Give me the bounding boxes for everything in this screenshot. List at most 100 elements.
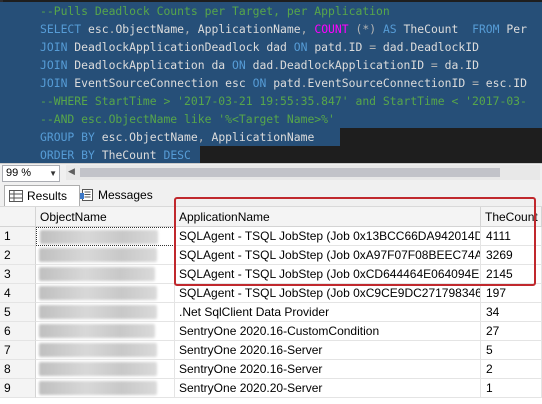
cell-objectname-redacted[interactable]	[36, 379, 175, 398]
tab-results[interactable]: Results	[4, 185, 80, 206]
cell-applicationname[interactable]: .Net SqlClient Data Provider	[175, 303, 481, 322]
code-token: ,	[197, 130, 212, 144]
row-number[interactable]: 7	[0, 341, 36, 360]
cell-objectname-redacted[interactable]	[36, 341, 175, 360]
table-row[interactable]: 8 SentryOne 2020.16-Server 2	[0, 360, 542, 379]
code-token: =	[369, 40, 383, 54]
redaction-blur	[39, 305, 157, 319]
cell-objectname-redacted[interactable]	[36, 227, 175, 246]
code-token: ORDER BY	[40, 148, 102, 162]
cell-applicationname[interactable]: SQLAgent - TSQL JobStep (Job 0xCD644464E…	[175, 265, 481, 284]
code-line[interactable]: GROUP BY esc.ObjectName, ApplicationName	[40, 128, 314, 146]
code-line[interactable]: --AND esc.ObjectName like '%<Target Name…	[40, 110, 335, 128]
horizontal-scrollbar[interactable]: ◀	[66, 165, 540, 180]
cell-thecount[interactable]: 1	[481, 379, 542, 398]
code-token: patd	[273, 76, 301, 90]
cell-applicationname[interactable]: SQLAgent - TSQL JobStep (Job 0xC9CE9DC27…	[175, 284, 481, 303]
cell-applicationname[interactable]: SentryOne 2020.20-Server	[175, 379, 481, 398]
cell-thecount[interactable]: 4111	[481, 227, 542, 246]
redaction-blur	[39, 267, 155, 281]
code-line[interactable]: --WHERE StartTime > '2017-03-21 19:55:35…	[40, 92, 527, 110]
code-token: ID	[465, 58, 479, 72]
code-token: ObjectName	[115, 22, 185, 36]
code-token: EventSourceConnection esc	[74, 76, 253, 90]
table-row[interactable]: 1 SQLAgent - TSQL JobStep (Job 0x13BCC66D…	[0, 227, 542, 246]
code-token: TheCount	[403, 22, 473, 36]
cell-thecount[interactable]: 2	[481, 360, 542, 379]
cell-applicationname[interactable]: SentryOne 2020.16-CustomCondition	[175, 322, 481, 341]
redaction-blur	[40, 230, 158, 244]
row-number[interactable]: 6	[0, 322, 36, 341]
column-header-thecount[interactable]: TheCount	[481, 207, 542, 227]
code-line[interactable]: JOIN DeadlockApplicationDeadlock dad ON …	[40, 38, 479, 56]
code-line[interactable]: JOIN EventSourceConnection esc ON patd.E…	[40, 74, 527, 92]
cell-applicationname[interactable]: SQLAgent - TSQL JobStep (Job 0x13BCC66DA…	[175, 227, 481, 246]
editor-status-strip: 99 % ▼ ◀	[0, 163, 542, 182]
code-line[interactable]: JOIN DeadlockApplication da ON dad.Deadl…	[40, 56, 479, 74]
cell-applicationname[interactable]: SentryOne 2020.16-Server	[175, 360, 481, 379]
zoom-dropdown[interactable]: 99 % ▼	[2, 165, 60, 182]
row-number[interactable]: 9	[0, 379, 36, 398]
tab-messages-label: Messages	[98, 188, 153, 202]
table-row[interactable]: 5 .Net SqlClient Data Provider 34	[0, 303, 542, 322]
results-grid[interactable]: ObjectName ApplicationName TheCount 1 SQL…	[0, 207, 542, 404]
chevron-down-icon: ▼	[49, 169, 57, 178]
code-line[interactable]: SELECT esc.ObjectName, ApplicationName, …	[40, 20, 527, 38]
redaction-blur	[39, 381, 157, 395]
code-token: DeadlockApplicationDeadlock dad	[74, 40, 294, 54]
code-token: DeadlockApplication da	[74, 58, 233, 72]
code-token: --Pulls Deadlock Counts per Target, per …	[40, 4, 390, 18]
cell-objectname-redacted[interactable]	[36, 360, 175, 379]
code-token: --AND esc.ObjectName like '%<Target Name…	[40, 112, 335, 126]
code-token: GROUP BY	[40, 130, 102, 144]
code-token: da	[444, 58, 459, 72]
code-token: =	[472, 76, 486, 90]
row-number[interactable]: 8	[0, 360, 36, 379]
code-token: COUNT	[314, 22, 356, 36]
cell-objectname-redacted[interactable]	[36, 246, 175, 265]
row-number[interactable]: 5	[0, 303, 36, 322]
code-line[interactable]: ORDER BY TheCount DESC	[40, 146, 191, 163]
code-token: SELECT	[40, 22, 89, 36]
scroll-left-icon[interactable]: ◀	[68, 166, 75, 177]
cell-thecount[interactable]: 3269	[481, 246, 542, 265]
grid-icon	[9, 190, 23, 202]
column-header-applicationname[interactable]: ApplicationName	[175, 207, 481, 227]
table-row[interactable]: 7 SentryOne 2020.16-Server 5	[0, 341, 542, 360]
code-token: JOIN	[40, 40, 75, 54]
table-row[interactable]: 3 SQLAgent - TSQL JobStep (Job 0xCD644464…	[0, 265, 542, 284]
code-token: AS	[382, 22, 404, 36]
cell-thecount[interactable]: 5	[481, 341, 542, 360]
code-token: ON	[293, 40, 315, 54]
scrollbar-thumb[interactable]	[80, 168, 500, 177]
code-token: ID	[348, 40, 370, 54]
cell-thecount[interactable]: 197	[481, 284, 542, 303]
row-number[interactable]: 3	[0, 265, 36, 284]
cell-applicationname[interactable]: SentryOne 2020.16-Server	[175, 341, 481, 360]
redaction-blur	[39, 324, 155, 338]
table-row[interactable]: 2 SQLAgent - TSQL JobStep (Job 0xA97F07F0…	[0, 246, 542, 265]
table-row[interactable]: 6 SentryOne 2020.16-CustomCondition 27	[0, 322, 542, 341]
column-header-objectname[interactable]: ObjectName	[36, 207, 175, 227]
cell-thecount[interactable]: 27	[481, 322, 542, 341]
results-tabbar: Results Messages	[0, 182, 542, 207]
row-number-header[interactable]	[0, 207, 36, 227]
cell-applicationname[interactable]: SQLAgent - TSQL JobStep (Job 0xA97F07F08…	[175, 246, 481, 265]
code-line[interactable]: --Pulls Deadlock Counts per Target, per …	[40, 2, 390, 20]
cell-objectname-redacted[interactable]	[36, 303, 175, 322]
query-editor[interactable]: --Pulls Deadlock Counts per Target, per …	[0, 0, 542, 163]
code-token: ON	[232, 58, 253, 72]
cell-objectname-redacted[interactable]	[36, 265, 175, 284]
row-number[interactable]: 1	[0, 227, 36, 246]
table-row[interactable]: 4 SQLAgent - TSQL JobStep (Job 0xC9CE9DC2…	[0, 284, 542, 303]
tab-messages[interactable]: Messages	[76, 185, 164, 205]
cell-thecount[interactable]: 2145	[481, 265, 542, 284]
row-number[interactable]: 4	[0, 284, 36, 303]
cell-objectname-redacted[interactable]	[36, 322, 175, 341]
code-token: esc	[101, 130, 123, 144]
cell-objectname-redacted[interactable]	[36, 284, 175, 303]
code-token: .	[341, 40, 349, 54]
cell-thecount[interactable]: 34	[481, 303, 542, 322]
row-number[interactable]: 2	[0, 246, 36, 265]
table-row[interactable]: 9 SentryOne 2020.20-Server 1	[0, 379, 542, 398]
